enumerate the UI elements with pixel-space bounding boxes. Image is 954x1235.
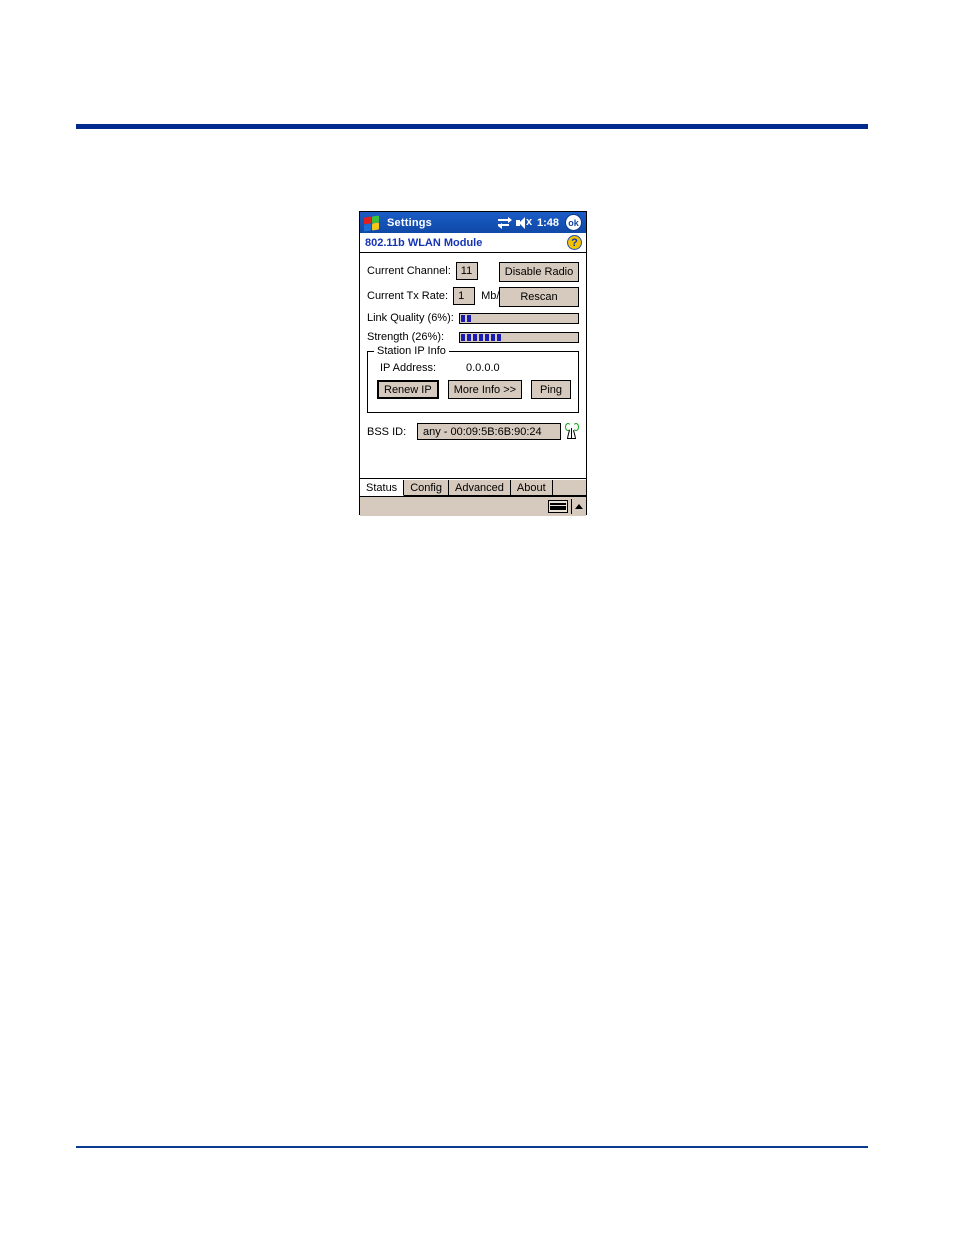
ip-address-value: 0.0.0.0 <box>466 362 500 374</box>
page-header-rule <box>76 124 868 129</box>
tab-config[interactable]: Config <box>404 480 449 496</box>
strength-label: Strength (26%): <box>367 331 445 343</box>
bss-id-label: BSS ID: <box>367 425 407 438</box>
windows-logo-icon <box>361 213 383 232</box>
status-tab-panel: Current Channel: 11 Current Tx Rate: 1 M… <box>360 253 586 478</box>
meter-segment <box>461 314 465 322</box>
bss-id-row: BSS ID: any - 00:09:5B:6B:90:24 <box>367 423 579 440</box>
window-titlebar: Settings x 1:48 ok <box>360 212 586 233</box>
antenna-signal-icon <box>565 423 579 440</box>
renew-ip-button[interactable]: Renew IP <box>377 380 439 399</box>
bss-id-field: any - 00:09:5B:6B:90:24 <box>417 423 561 440</box>
page-title: 802.11b WLAN Module <box>365 236 483 249</box>
tab-bar-filler <box>552 480 586 496</box>
rescan-button[interactable]: Rescan <box>499 287 579 307</box>
sip-divider <box>571 499 572 514</box>
ip-address-row: IP Address: 0.0.0.0 <box>375 362 571 374</box>
meter-segment <box>461 333 465 341</box>
meter-segment <box>467 333 471 341</box>
keyboard-icon[interactable] <box>548 500 568 513</box>
meter-segment <box>467 314 471 322</box>
link-quality-label: Link Quality (6%): <box>367 312 454 324</box>
current-tx-rate-label: Current Tx Rate: <box>367 290 449 302</box>
link-quality-row: Link Quality (6%): <box>367 312 579 324</box>
chevron-up-icon[interactable] <box>575 504 583 509</box>
tab-about[interactable]: About <box>510 480 553 496</box>
strength-row: Strength (26%): <box>367 331 579 343</box>
current-channel-label: Current Channel: <box>367 265 451 277</box>
tab-bar: Status Config Advanced About <box>360 478 586 496</box>
more-info-button[interactable]: More Info >> <box>447 380 523 399</box>
ip-action-buttons: Renew IP More Info >> Ping <box>375 380 571 399</box>
station-ip-info-group: Station IP Info IP Address: 0.0.0.0 Rene… <box>367 345 579 413</box>
ip-address-label: IP Address: <box>380 362 437 374</box>
link-quality-meter <box>459 312 579 324</box>
strength-meter <box>459 331 579 343</box>
current-channel-field: 11 <box>455 262 478 280</box>
current-tx-rate-field: 1 <box>453 287 476 305</box>
tab-advanced[interactable]: Advanced <box>448 480 511 496</box>
pda-screenshot: Settings x 1:48 ok 802.11b WLAN Module ?… <box>359 211 587 516</box>
meter-segment <box>473 333 477 341</box>
clock-time[interactable]: 1:48 <box>537 217 559 229</box>
tab-status[interactable]: Status <box>360 480 405 496</box>
ping-button[interactable]: Ping <box>531 380 571 399</box>
meter-segment <box>497 333 501 341</box>
ok-button[interactable]: ok <box>565 214 582 231</box>
page-subheader: 802.11b WLAN Module ? <box>360 233 586 253</box>
meter-segment <box>491 333 495 341</box>
station-ip-info-title: Station IP Info <box>374 345 449 357</box>
speaker-mute-icon[interactable]: x <box>515 216 534 229</box>
meter-segment <box>485 333 489 341</box>
window-title: Settings <box>387 216 432 229</box>
disable-radio-button[interactable]: Disable Radio <box>499 262 579 282</box>
meter-segment <box>479 333 483 341</box>
help-icon[interactable]: ? <box>567 235 582 250</box>
page-footer-rule <box>76 1146 868 1148</box>
sip-status-bar <box>360 496 586 516</box>
connectivity-icon[interactable] <box>497 216 512 229</box>
